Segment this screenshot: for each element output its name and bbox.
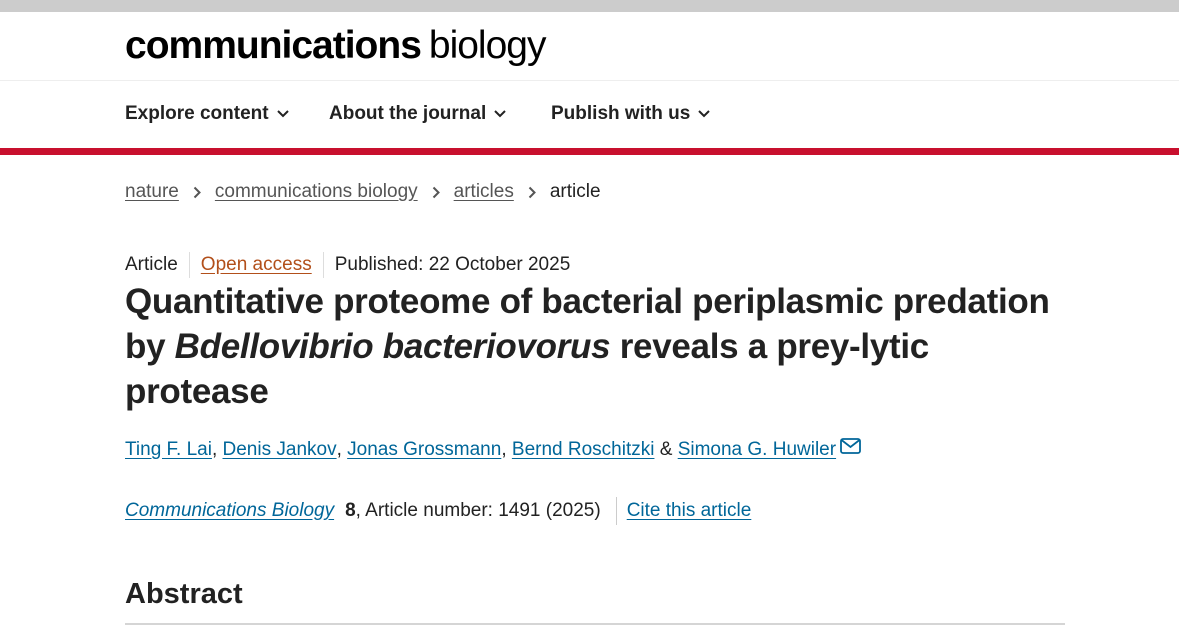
breadcrumb: nature communications biology articles a… [125,181,601,203]
article-title: Quantitative proteome of bacterial perip… [125,279,1065,414]
author-link[interactable]: Ting F. Lai [125,439,212,461]
author-separator: , [501,439,512,460]
citation-line: Communications Biology 8 , Article numbe… [125,497,751,525]
nav-label: Publish with us [551,103,691,124]
browser-top-strip [0,0,1179,12]
nav-label: About the journal [329,103,487,124]
author-link[interactable]: Bernd Roschitzki [512,439,655,461]
logo-word-bold: communications [125,24,422,67]
author-separator: , [211,439,223,460]
meta-divider [188,252,190,278]
abstract-divider [125,623,1065,625]
breadcrumb-nature[interactable]: nature [125,181,179,203]
nav-label: Explore content [125,103,269,124]
chevron-right-icon [193,186,201,199]
nav-publish-with-us[interactable]: Publish with us [551,103,711,125]
nav-about-journal[interactable]: About the journal [329,103,506,125]
masthead: communications biology [0,12,1179,81]
abstract-heading: Abstract [125,578,243,610]
journal-logo[interactable]: communications biology [125,23,547,69]
breadcrumb-current: article [549,181,601,202]
author-link[interactable]: Denis Jankov [223,439,337,461]
title-italic-species: Bdellovibrio bacteriovorus [174,327,611,366]
author-link[interactable]: Simona G. Huwiler [678,439,836,461]
meta-divider [322,252,324,278]
citation-divider [615,497,617,525]
main-nav: Explore content About the journal Publis… [0,81,1179,148]
chevron-right-icon [528,186,536,199]
envelope-icon[interactable] [840,438,861,454]
article-number: , Article number: 1491 (2025) [355,500,601,521]
chevron-down-icon [494,110,506,118]
published-date: Published: 22 October 2025 [334,254,571,275]
article-type: Article [125,254,178,275]
author-separator: , [336,439,348,460]
nav-accent-rule [0,148,1179,155]
breadcrumb-communications-biology[interactable]: communications biology [215,181,418,203]
open-access-link[interactable]: Open access [201,254,312,276]
journal-link[interactable]: Communications Biology [125,500,334,522]
chevron-right-icon [432,186,440,199]
nav-explore-content[interactable]: Explore content [125,103,289,125]
author-list: Ting F. Lai , Denis Jankov , Jonas Gross… [125,438,861,461]
chevron-down-icon [276,110,289,118]
author-separator: & [654,439,678,460]
volume-number: 8 [345,500,356,521]
breadcrumb-articles[interactable]: articles [454,181,514,203]
article-meta: Article Open access Published: 22 Octobe… [125,252,570,278]
author-link[interactable]: Jonas Grossmann [347,439,501,461]
cite-this-article-link[interactable]: Cite this article [627,500,752,522]
chevron-down-icon [698,110,711,118]
logo-word-light: biology [428,24,547,67]
